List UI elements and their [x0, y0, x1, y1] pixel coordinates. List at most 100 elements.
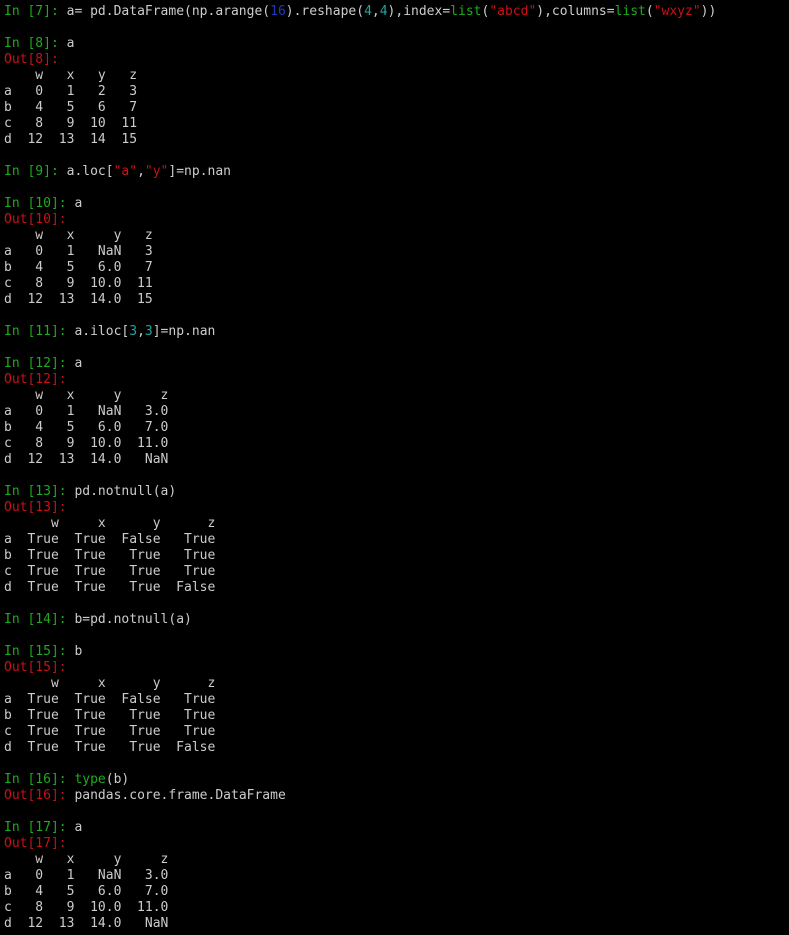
blank-line	[4, 596, 785, 612]
code: ).reshape(	[286, 4, 364, 19]
out-17: Out[17]:	[4, 836, 785, 852]
str: "a"	[114, 164, 137, 179]
code: ]=np.nan	[168, 164, 231, 179]
blank-line	[4, 308, 785, 324]
code: ),index=	[388, 4, 451, 19]
df-row: d 12 13 14.0 15	[4, 292, 785, 308]
df-row: b 4 5 6 7	[4, 100, 785, 116]
df-header: w x y z	[4, 516, 785, 532]
df-row: b 4 5 6.0 7	[4, 260, 785, 276]
num: 16	[270, 4, 286, 19]
df-header: w x y z	[4, 676, 785, 692]
num: 3	[129, 324, 137, 339]
df-row: d True True True False	[4, 740, 785, 756]
code: (	[646, 4, 654, 19]
code: (b)	[106, 772, 129, 787]
df-row: a True True False True	[4, 532, 785, 548]
df-row: a True True False True	[4, 692, 785, 708]
blank-line	[4, 340, 785, 356]
blank-line	[4, 756, 785, 772]
out-prompt: Out[13]:	[4, 500, 67, 515]
df-row: c True True True True	[4, 724, 785, 740]
in-prompt: In [16]:	[4, 772, 74, 787]
kw: list	[615, 4, 646, 19]
out-prompt: Out[16]:	[4, 788, 74, 803]
blank-line	[4, 468, 785, 484]
code: a	[67, 36, 75, 51]
df-row: d 12 13 14.0 NaN	[4, 916, 785, 932]
num: 4	[380, 4, 388, 19]
df-row: a 0 1 2 3	[4, 84, 785, 100]
out-13: Out[13]:	[4, 500, 785, 516]
out-prompt: Out[8]:	[4, 52, 59, 67]
blank-line	[4, 20, 785, 36]
in-11[interactable]: In [11]: a.iloc[3,3]=np.nan	[4, 324, 785, 340]
df-row: b 4 5 6.0 7.0	[4, 420, 785, 436]
code: ))	[701, 4, 717, 19]
df-row: c 8 9 10.0 11	[4, 276, 785, 292]
df-row: c True True True True	[4, 564, 785, 580]
in-prompt: In [13]:	[4, 484, 74, 499]
df-header: w x y z	[4, 68, 785, 84]
in-prompt: In [12]:	[4, 356, 74, 371]
in-prompt: In [8]:	[4, 36, 67, 51]
in-prompt: In [17]:	[4, 820, 74, 835]
in-prompt: In [7]:	[4, 4, 67, 19]
kw: list	[450, 4, 481, 19]
str: "abcd"	[489, 4, 536, 19]
kw: type	[74, 772, 105, 787]
blank-line	[4, 804, 785, 820]
in-prompt: In [9]:	[4, 164, 67, 179]
df-row: b True True True True	[4, 548, 785, 564]
in-9[interactable]: In [9]: a.loc["a","y"]=np.nan	[4, 164, 785, 180]
in-prompt: In [10]:	[4, 196, 74, 211]
in-prompt: In [14]:	[4, 612, 74, 627]
df-row: c 8 9 10.0 11.0	[4, 900, 785, 916]
df-row: b 4 5 6.0 7.0	[4, 884, 785, 900]
code: ,	[137, 324, 145, 339]
df-header: w x y z	[4, 388, 785, 404]
in-12[interactable]: In [12]: a	[4, 356, 785, 372]
in-15[interactable]: In [15]: b	[4, 644, 785, 660]
in-14[interactable]: In [14]: b=pd.notnull(a)	[4, 612, 785, 628]
out-prompt: Out[17]:	[4, 836, 67, 851]
blank-line	[4, 628, 785, 644]
in-prompt: In [15]:	[4, 644, 74, 659]
code: a	[74, 196, 82, 211]
code: pd.notnull(a)	[74, 484, 176, 499]
df-row: c 8 9 10 11	[4, 116, 785, 132]
code: ]=np.nan	[153, 324, 216, 339]
out-prompt: Out[12]:	[4, 372, 67, 387]
df-header: w x y z	[4, 228, 785, 244]
out-prompt: Out[15]:	[4, 660, 67, 675]
in-16[interactable]: In [16]: type(b)	[4, 772, 785, 788]
in-13[interactable]: In [13]: pd.notnull(a)	[4, 484, 785, 500]
code: a.loc[	[67, 164, 114, 179]
code: b	[74, 644, 82, 659]
code: a	[74, 356, 82, 371]
in-7[interactable]: In [7]: a= pd.DataFrame(np.arange(16).re…	[4, 4, 785, 20]
in-prompt: In [11]:	[4, 324, 74, 339]
blank-line	[4, 148, 785, 164]
df-row: d 12 13 14 15	[4, 132, 785, 148]
str: "wxyz"	[654, 4, 701, 19]
in-17[interactable]: In [17]: a	[4, 820, 785, 836]
code: a	[74, 820, 82, 835]
out-prompt: Out[10]:	[4, 212, 67, 227]
num: 4	[364, 4, 372, 19]
code: a.iloc[	[74, 324, 129, 339]
in-10[interactable]: In [10]: a	[4, 196, 785, 212]
in-8[interactable]: In [8]: a	[4, 36, 785, 52]
df-row: b True True True True	[4, 708, 785, 724]
df-row: c 8 9 10.0 11.0	[4, 436, 785, 452]
df-row: a 0 1 NaN 3.0	[4, 868, 785, 884]
out-10: Out[10]:	[4, 212, 785, 228]
df-row: d 12 13 14.0 NaN	[4, 452, 785, 468]
code: ,	[137, 164, 145, 179]
out-8: Out[8]:	[4, 52, 785, 68]
code: b=pd.notnull(a)	[74, 612, 191, 627]
code: a= pd.DataFrame(np.arange(	[67, 4, 271, 19]
df-header: w x y z	[4, 852, 785, 868]
code: ),columns=	[536, 4, 614, 19]
str: "y"	[145, 164, 168, 179]
